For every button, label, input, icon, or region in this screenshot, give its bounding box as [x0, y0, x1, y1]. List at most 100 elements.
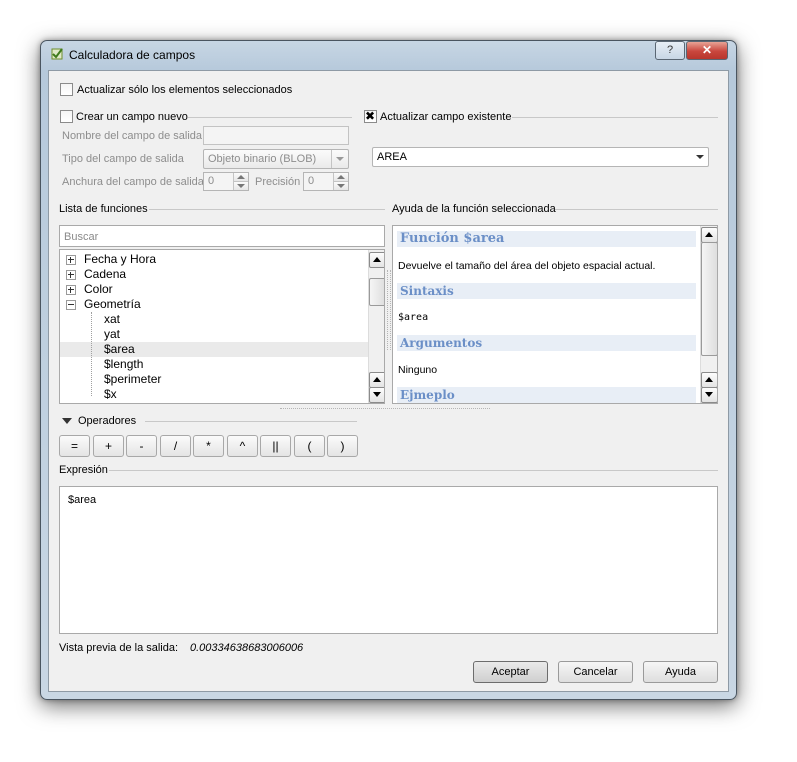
- operator-close-paren-button[interactable]: ): [327, 435, 358, 457]
- precision-value: 0: [308, 175, 315, 187]
- spin-down-icon[interactable]: [233, 182, 248, 190]
- output-type-value: Objeto binario (BLOB): [208, 153, 317, 165]
- expression-divider: [109, 470, 718, 471]
- operator-equals-button[interactable]: =: [59, 435, 90, 457]
- function-list-divider: [149, 209, 385, 210]
- tree-branch-lines: [91, 312, 92, 396]
- tree-item-label: $perimeter: [104, 372, 162, 386]
- function-tree-scrollbar[interactable]: [368, 250, 384, 403]
- ok-button[interactable]: Aceptar: [473, 661, 548, 683]
- tree-item-label: yat: [104, 327, 121, 341]
- help-divider: [555, 209, 718, 210]
- update-field-checkbox[interactable]: [364, 109, 377, 123]
- new-field-divider: [188, 117, 352, 118]
- tree-item-cadena[interactable]: Cadena: [60, 267, 368, 282]
- scroll-down-icon[interactable]: [701, 387, 717, 403]
- tree-item-label: $length: [104, 357, 144, 371]
- tree-item-label: $x: [104, 387, 117, 401]
- chevron-down-icon: [331, 150, 348, 168]
- output-type-select[interactable]: Objeto binario (BLOB): [203, 149, 349, 169]
- operator-open-paren-button[interactable]: (: [294, 435, 325, 457]
- example-heading: Ejmeplo: [397, 387, 696, 403]
- scroll-thumb[interactable]: [369, 278, 384, 306]
- tree-item-label: Geometría: [84, 297, 141, 311]
- operator-multiply-button[interactable]: *: [193, 435, 224, 457]
- existing-field-select[interactable]: AREA: [372, 147, 709, 167]
- help-scrollbar[interactable]: [700, 226, 717, 403]
- output-name-input[interactable]: [203, 126, 349, 145]
- operator-plus-button[interactable]: +: [93, 435, 124, 457]
- window-title: Calculadora de campos: [69, 48, 196, 62]
- tree-item-length[interactable]: $length: [60, 357, 368, 372]
- update-field-divider: [512, 117, 718, 118]
- tree-item-xat[interactable]: xat: [60, 312, 368, 327]
- vertical-splitter-handle[interactable]: [280, 408, 490, 410]
- new-field-label: Crear un campo nuevo: [76, 111, 188, 123]
- tree-items: Fecha y Hora Cadena Color Geometría xat …: [60, 252, 368, 402]
- tree-item-geometria[interactable]: Geometría: [60, 297, 368, 312]
- chevron-down-icon: [692, 148, 708, 166]
- function-list-title: Lista de funciones: [59, 203, 148, 215]
- operators-toggle-icon[interactable]: [62, 418, 72, 424]
- operator-power-button[interactable]: ^: [227, 435, 258, 457]
- tree-item-x[interactable]: $x: [60, 387, 368, 402]
- scroll-down-icon[interactable]: [369, 387, 384, 403]
- splitter-handle[interactable]: [387, 270, 391, 350]
- preview-label: Vista previa de la salida:: [59, 642, 179, 654]
- operator-minus-button[interactable]: -: [126, 435, 157, 457]
- expand-icon[interactable]: [66, 285, 76, 295]
- app-icon: [50, 47, 64, 61]
- tree-item-label: Cadena: [84, 267, 127, 281]
- precision-spinbox[interactable]: 0: [303, 172, 349, 191]
- selected-only-label: Actualizar sólo los elementos selecciona…: [77, 84, 293, 96]
- output-width-label: Anchura del campo de salida: [62, 176, 204, 188]
- operators-label[interactable]: Operadores: [78, 415, 136, 427]
- tree-item-area[interactable]: $area: [60, 342, 368, 357]
- expand-icon[interactable]: [66, 270, 76, 280]
- scroll-up-icon[interactable]: [369, 372, 384, 388]
- expression-text: $area: [68, 494, 97, 506]
- tree-item-label: xat: [104, 312, 121, 326]
- help-title-button[interactable]: ?: [655, 41, 685, 60]
- scroll-thumb[interactable]: [701, 242, 717, 356]
- spin-up-icon[interactable]: [333, 173, 348, 182]
- tree-item-yat[interactable]: yat: [60, 327, 368, 342]
- cancel-button[interactable]: Cancelar: [558, 661, 633, 683]
- preview-value: 0.00334638683006006: [190, 642, 304, 654]
- output-width-spinbox[interactable]: 0: [203, 172, 249, 191]
- expression-textarea[interactable]: $area: [59, 486, 718, 634]
- output-width-value: 0: [208, 175, 215, 187]
- question-icon: ?: [666, 44, 674, 56]
- tree-item-label: Fecha y Hora: [84, 252, 157, 266]
- new-field-checkbox[interactable]: [60, 110, 73, 123]
- spin-down-icon[interactable]: [333, 182, 348, 190]
- tree-item-fecha-hora[interactable]: Fecha y Hora: [60, 252, 368, 267]
- close-title-button[interactable]: ✕: [686, 41, 728, 60]
- expression-label: Expresión: [59, 464, 108, 476]
- update-field-label: Actualizar campo existente: [380, 111, 512, 123]
- scroll-up-icon[interactable]: [701, 227, 717, 243]
- operator-divide-button[interactable]: /: [160, 435, 191, 457]
- help-description: Devuelve el tamaño del área del objeto e…: [398, 260, 656, 272]
- collapse-icon[interactable]: [66, 300, 76, 310]
- scroll-up-icon[interactable]: [701, 372, 717, 388]
- tree-item-label: Color: [84, 282, 113, 296]
- help-title: Ayuda de la función seleccionada: [392, 203, 556, 215]
- close-icon: ✕: [701, 43, 713, 57]
- precision-label: Precisión: [255, 176, 301, 188]
- args-heading: Argumentos: [397, 335, 696, 351]
- function-search-input[interactable]: Buscar: [59, 225, 385, 247]
- expand-icon[interactable]: [66, 255, 76, 265]
- help-button[interactable]: Ayuda: [643, 661, 718, 683]
- selected-only-checkbox[interactable]: [60, 83, 73, 96]
- function-tree[interactable]: Fecha y Hora Cadena Color Geometría xat …: [59, 249, 385, 404]
- syntax-text: $area: [398, 312, 429, 323]
- help-heading: Función $area: [397, 231, 696, 247]
- output-name-label: Nombre del campo de salida: [62, 130, 203, 142]
- tree-item-perimeter[interactable]: $perimeter: [60, 372, 368, 387]
- scroll-up-icon[interactable]: [369, 252, 384, 268]
- tree-item-color[interactable]: Color: [60, 282, 368, 297]
- function-search-placeholder: Buscar: [64, 231, 99, 243]
- operator-concat-button[interactable]: ||: [260, 435, 291, 457]
- spin-up-icon[interactable]: [233, 173, 248, 182]
